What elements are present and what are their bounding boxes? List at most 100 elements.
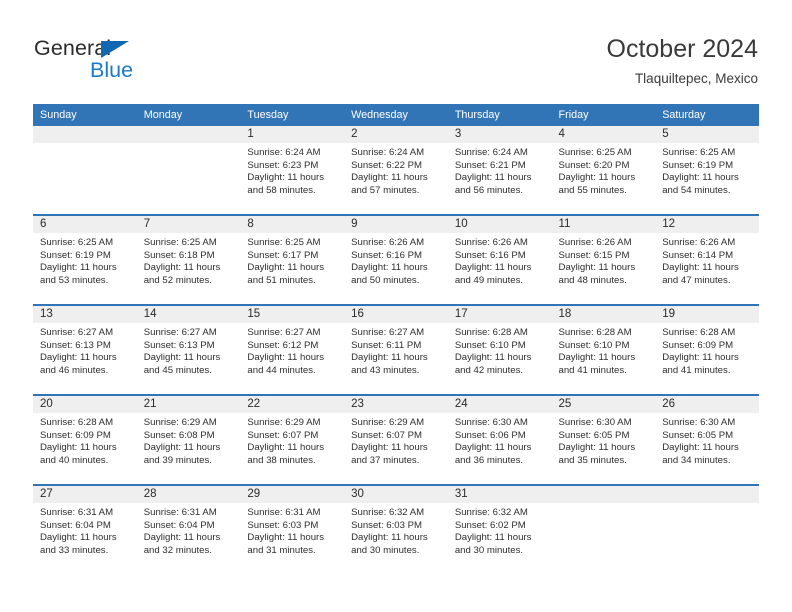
calendar-day-cell[interactable]: 29 Sunrise: 6:31 AM Sunset: 6:03 PM Dayligh… [240,484,345,574]
sunset-line: Sunset: 6:12 PM [247,339,319,351]
day-cell-body: 30 Sunrise: 6:32 AM Sunset: 6:03 PM Dayligh… [344,486,448,574]
day-cell-body: 6 Sunrise: 6:25 AM Sunset: 6:19 PM Daylight… [33,216,137,304]
sunset-line: Sunset: 6:06 PM [454,429,526,441]
calendar-day-cell[interactable]: 31 Sunrise: 6:32 AM Sunset: 6:02 PM Dayligh… [447,484,552,574]
calendar-day-cell[interactable]: 20 Sunrise: 6:28 AM Sunset: 6:09 PM Dayligh… [33,394,137,485]
sunrise-line: Sunrise: 6:26 AM [662,237,736,248]
sunset-line: Sunset: 6:13 PM [143,339,215,351]
daylight-line-1: Daylight: 11 hours [351,352,428,364]
calendar-day-cell[interactable]: 28 Sunrise: 6:31 AM Sunset: 6:04 PM Dayligh… [136,484,241,574]
sunset-line: Sunset: 6:09 PM [662,339,734,351]
calendar-day-cell[interactable]: 13 Sunrise: 6:27 AM Sunset: 6:13 PM Dayligh… [33,304,137,395]
sunset-line: Sunset: 6:14 PM [662,249,734,261]
day-sun-info [137,143,241,147]
calendar-day-cell[interactable]: 23 Sunrise: 6:29 AM Sunset: 6:07 PM Dayligh… [344,394,448,485]
calendar-day-cell[interactable]: 11 Sunrise: 6:26 AM Sunset: 6:15 PM Dayligh… [551,214,656,305]
day-sun-info: Sunrise: 6:25 AM Sunset: 6:19 PM Daylight:… [33,233,137,287]
calendar-day-cell[interactable]: 14 Sunrise: 6:27 AM Sunset: 6:13 PM Dayligh… [136,304,241,395]
weekday-header-sunday: Sunday [33,104,137,126]
calendar-day-cell[interactable]: 18 Sunrise: 6:28 AM Sunset: 6:10 PM Dayligh… [551,304,656,395]
day-sun-info: Sunrise: 6:26 AM Sunset: 6:14 PM Daylight:… [655,233,759,287]
calendar-day-cell[interactable]: 7 Sunrise: 6:25 AM Sunset: 6:18 PM Daylight… [136,214,241,305]
calendar-day-cell[interactable]: 5 Sunrise: 6:25 AM Sunset: 6:19 PM Daylight… [655,126,759,215]
calendar-day-cell[interactable]: 10 Sunrise: 6:26 AM Sunset: 6:16 PM Dayligh… [447,214,552,305]
sunset-line: Sunset: 6:05 PM [662,429,734,441]
day-number: 9 [344,216,448,233]
sunrise-line: Sunrise: 6:25 AM [558,147,632,158]
sunrise-line: Sunrise: 6:29 AM [247,417,321,428]
daylight-line-1: Daylight: 11 hours [662,352,739,364]
calendar-page: General Blue October 2024 Tlaquiltepec, … [0,0,792,612]
calendar-day-cell[interactable]: 6 Sunrise: 6:25 AM Sunset: 6:19 PM Daylight… [33,214,137,305]
sunset-line: Sunset: 6:22 PM [351,159,423,171]
day-sun-info [33,143,137,147]
calendar-week-row: 1 Sunrise: 6:24 AM Sunset: 6:23 PM Daylight… [33,126,759,215]
day-cell-body: 25 Sunrise: 6:30 AM Sunset: 6:05 PM Dayligh… [551,396,656,484]
weekday-header-thursday: Thursday [447,104,552,126]
daylight-line-2: and 35 minutes. [558,454,627,466]
calendar-day-cell[interactable]: 24 Sunrise: 6:30 AM Sunset: 6:06 PM Dayligh… [447,394,552,485]
sunset-line: Sunset: 6:09 PM [40,429,111,441]
calendar-day-cell[interactable]: 4 Sunrise: 6:25 AM Sunset: 6:20 PM Daylight… [551,126,656,215]
day-cell-body: 22 Sunrise: 6:29 AM Sunset: 6:07 PM Dayligh… [240,396,345,484]
weekday-header-saturday: Saturday [655,104,759,126]
daylight-line-2: and 37 minutes. [351,454,420,466]
daylight-line-2: and 43 minutes. [351,364,420,376]
sunrise-line: Sunrise: 6:27 AM [143,327,217,338]
daylight-line-2: and 30 minutes. [454,544,524,556]
day-sun-info: Sunrise: 6:30 AM Sunset: 6:06 PM Daylight:… [448,413,552,467]
calendar-day-cell[interactable]: 2 Sunrise: 6:24 AM Sunset: 6:22 PM Daylight… [344,126,448,215]
calendar-day-cell[interactable]: 12 Sunrise: 6:26 AM Sunset: 6:14 PM Dayligh… [655,214,759,305]
calendar-day-cell[interactable]: 25 Sunrise: 6:30 AM Sunset: 6:05 PM Dayligh… [551,394,656,485]
day-sun-info: Sunrise: 6:28 AM Sunset: 6:10 PM Daylight:… [448,323,552,377]
calendar-day-cell[interactable]: 9 Sunrise: 6:26 AM Sunset: 6:16 PM Daylight… [344,214,448,305]
calendar-day-cell[interactable]: 16 Sunrise: 6:27 AM Sunset: 6:11 PM Dayligh… [344,304,448,395]
day-sun-info: Sunrise: 6:27 AM Sunset: 6:13 PM Daylight:… [33,323,137,377]
daylight-line-2: and 56 minutes. [454,184,524,196]
calendar-day-cell[interactable]: 3 Sunrise: 6:24 AM Sunset: 6:21 PM Daylight… [447,126,552,215]
calendar-day-cell[interactable]: 27 Sunrise: 6:31 AM Sunset: 6:04 PM Dayligh… [33,484,137,574]
calendar-day-cell[interactable]: 21 Sunrise: 6:29 AM Sunset: 6:08 PM Dayligh… [136,394,241,485]
sunset-line: Sunset: 6:05 PM [558,429,630,441]
sunset-line: Sunset: 6:18 PM [143,249,215,261]
daylight-line-2: and 46 minutes. [40,364,109,376]
daylight-line-1: Daylight: 11 hours [558,262,636,274]
general-blue-logo[interactable]: General Blue [34,36,254,92]
sunset-line: Sunset: 6:19 PM [40,249,111,261]
daylight-line-1: Daylight: 11 hours [662,442,739,454]
calendar-day-cell[interactable]: 8 Sunrise: 6:25 AM Sunset: 6:17 PM Daylight… [240,214,345,305]
calendar-day-cell[interactable]: 30 Sunrise: 6:32 AM Sunset: 6:03 PM Dayligh… [344,484,448,574]
sunrise-line: Sunrise: 6:24 AM [454,147,528,158]
daylight-line-2: and 52 minutes. [143,274,212,286]
calendar-week-row: 27 Sunrise: 6:31 AM Sunset: 6:04 PM Dayligh… [33,484,759,574]
calendar-header-row: Sunday Monday Tuesday Wednesday Thursday Frid… [33,104,759,126]
day-sun-info: Sunrise: 6:27 AM Sunset: 6:13 PM Daylight:… [137,323,241,377]
sunset-line: Sunset: 6:10 PM [558,339,630,351]
sunset-line: Sunset: 6:13 PM [40,339,111,351]
sunrise-line: Sunrise: 6:32 AM [454,507,528,518]
day-number: 27 [33,486,137,503]
day-sun-info: Sunrise: 6:24 AM Sunset: 6:21 PM Daylight:… [448,143,552,197]
sunrise-line: Sunrise: 6:25 AM [247,237,321,248]
day-number: 12 [655,216,759,233]
calendar-day-cell[interactable]: 22 Sunrise: 6:29 AM Sunset: 6:07 PM Dayligh… [240,394,345,485]
day-cell-body: 27 Sunrise: 6:31 AM Sunset: 6:04 PM Dayligh… [33,486,137,574]
day-cell-body: 5 Sunrise: 6:25 AM Sunset: 6:19 PM Daylight… [655,126,759,214]
day-cell-body: 31 Sunrise: 6:32 AM Sunset: 6:02 PM Dayligh… [447,486,552,574]
daylight-line-1: Daylight: 11 hours [351,262,428,274]
calendar-day-cell[interactable]: 19 Sunrise: 6:28 AM Sunset: 6:09 PM Dayligh… [655,304,759,395]
sunset-line: Sunset: 6:11 PM [351,339,422,351]
day-cell-body [136,126,241,214]
sunrise-line: Sunrise: 6:25 AM [40,237,114,248]
calendar-day-cell[interactable]: 1 Sunrise: 6:24 AM Sunset: 6:23 PM Daylight… [240,126,345,215]
day-cell-body [655,486,759,574]
calendar-day-cell[interactable]: 17 Sunrise: 6:28 AM Sunset: 6:10 PM Dayligh… [447,304,552,395]
day-cell-body: 15 Sunrise: 6:27 AM Sunset: 6:12 PM Dayligh… [240,306,345,394]
day-number: 5 [655,126,759,143]
daylight-line-1: Daylight: 11 hours [247,172,325,184]
calendar-day-cell[interactable]: 26 Sunrise: 6:30 AM Sunset: 6:05 PM Dayligh… [655,394,759,485]
calendar-day-cell[interactable]: 15 Sunrise: 6:27 AM Sunset: 6:12 PM Dayligh… [240,304,345,395]
daylight-line-1: Daylight: 11 hours [558,442,636,454]
daylight-line-1: Daylight: 11 hours [454,352,532,364]
day-number: 18 [551,306,656,323]
